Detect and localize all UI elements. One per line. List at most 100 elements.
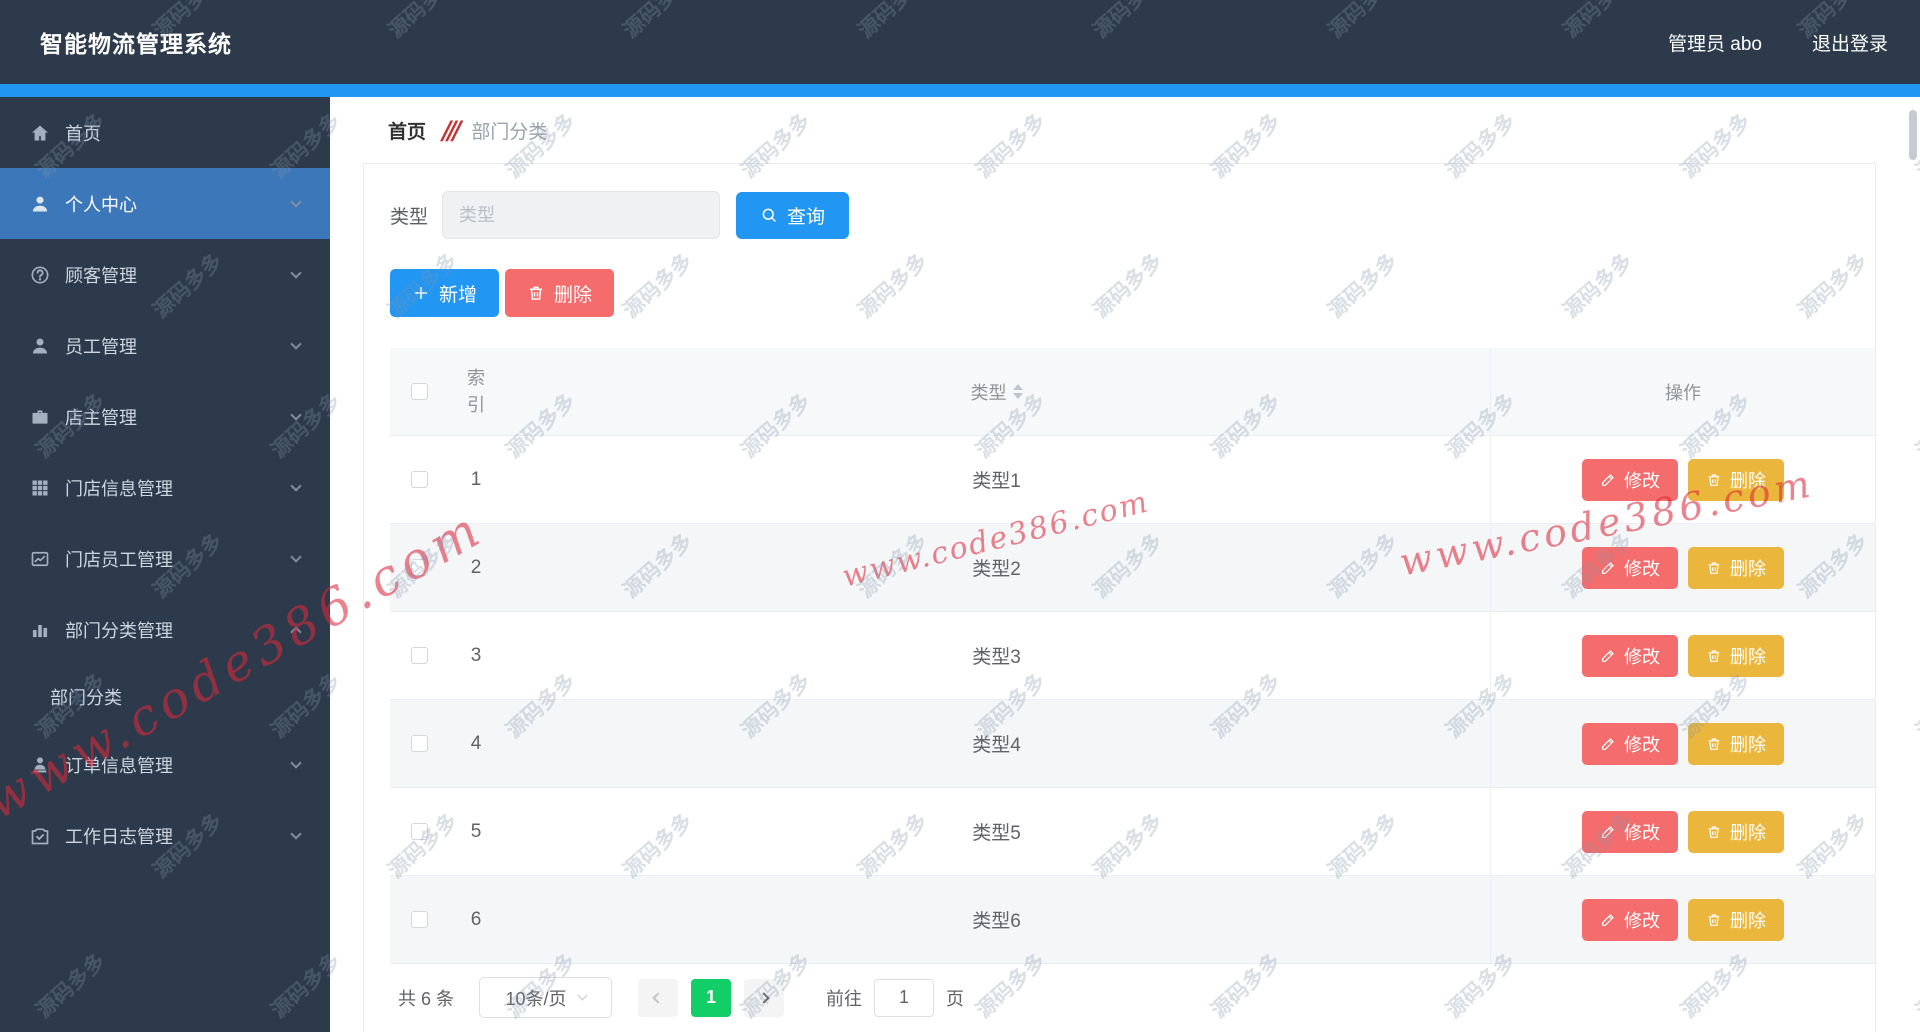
row-type: 类型5 <box>972 823 1021 844</box>
sidebar-item-profile-center[interactable]: 个人中心 <box>0 168 330 239</box>
add-button[interactable]: 新增 <box>390 269 500 317</box>
row-delete-button[interactable]: 删除 <box>1688 722 1784 765</box>
top-header: 智能物流管理系统 管理员 abo 退出登录 <box>0 0 1920 84</box>
column-header-actions: 操作 <box>1490 348 1875 435</box>
row-delete-button-label: 删除 <box>1730 910 1766 931</box>
pencil-icon <box>1602 825 1614 838</box>
page-number-button[interactable]: 1 <box>691 978 732 1017</box>
prev-page-button[interactable] <box>638 978 679 1017</box>
row-delete-button[interactable]: 删除 <box>1688 634 1784 677</box>
trash-icon <box>530 286 543 300</box>
header-accent-divider <box>0 84 1920 97</box>
row-index: 1 <box>470 468 482 490</box>
sidebar-item-label: 顾客管理 <box>65 265 137 286</box>
row-type: 类型4 <box>972 735 1021 756</box>
row-actions: 修改 删除 <box>1490 788 1875 875</box>
sidebar-item-customer-mgmt[interactable]: 顾客管理 <box>0 239 330 310</box>
row-actions: 修改 删除 <box>1490 700 1875 787</box>
breadcrumb-current: 部门分类 <box>471 121 548 143</box>
row-checkbox[interactable] <box>411 823 428 840</box>
row-delete-button[interactable]: 删除 <box>1688 898 1784 941</box>
toolbar: 新增 删除 <box>390 269 1875 317</box>
row-checkbox[interactable] <box>411 559 428 576</box>
goto-page-input[interactable] <box>874 978 935 1017</box>
edit-button[interactable]: 修改 <box>1582 546 1678 589</box>
search-icon <box>762 208 776 222</box>
row-delete-button[interactable]: 删除 <box>1688 546 1784 589</box>
batch-delete-button[interactable]: 删除 <box>505 269 615 317</box>
page-size-select[interactable]: 10条/页 <box>479 977 613 1018</box>
sort-icon[interactable] <box>1012 384 1023 399</box>
header-right: 管理员 abo 退出登录 <box>1668 29 1888 56</box>
row-index: 4 <box>470 732 482 754</box>
sidebar-item-store-info-mgmt[interactable]: 门店信息管理 <box>0 452 330 523</box>
row-checkbox[interactable] <box>411 911 428 928</box>
add-button-label: 新增 <box>439 284 478 306</box>
sidebar-item-label: 个人中心 <box>65 194 137 215</box>
table-row: 5 类型5 修改 删除 <box>390 788 1875 876</box>
app-window: 智能物流管理系统 管理员 abo 退出登录 首页 个人中心 顾客管理 员工管理 … <box>0 0 1920 1032</box>
chevron-up-icon <box>290 625 302 638</box>
goto-label: 前往 <box>826 988 863 1009</box>
pencil-icon <box>1602 913 1614 926</box>
row-index: 2 <box>470 556 482 578</box>
query-button[interactable]: 查询 <box>736 191 850 239</box>
sidebar-item-label: 门店员工管理 <box>65 549 173 570</box>
sidebar-item-store-employee-mgmt[interactable]: 门店员工管理 <box>0 523 330 594</box>
row-delete-button-label: 删除 <box>1730 558 1766 579</box>
chevron-down-icon <box>290 827 302 840</box>
question-icon <box>30 265 50 285</box>
row-delete-button[interactable]: 删除 <box>1688 810 1784 853</box>
row-index: 5 <box>470 820 482 842</box>
sidebar-item-home[interactable]: 首页 <box>0 97 330 168</box>
breadcrumb-separator-icon: /// <box>442 115 462 145</box>
row-index: 6 <box>470 908 482 930</box>
sidebar-item-employee-mgmt[interactable]: 员工管理 <box>0 310 330 381</box>
chevron-down-icon <box>290 756 302 769</box>
table-header: 索引 类型 操作 <box>390 348 1875 436</box>
row-type: 类型3 <box>972 647 1021 668</box>
pencil-icon <box>1602 737 1614 750</box>
next-page-button[interactable] <box>744 978 785 1017</box>
search-input[interactable] <box>442 191 721 239</box>
chevron-down-icon <box>290 408 302 421</box>
edit-button[interactable]: 修改 <box>1582 810 1678 853</box>
trash-icon <box>1708 913 1720 926</box>
page-title: 智能物流管理系统 <box>40 31 232 57</box>
edit-button-label: 修改 <box>1624 646 1660 667</box>
row-delete-button[interactable]: 删除 <box>1688 458 1784 501</box>
admin-label[interactable]: 管理员 abo <box>1668 29 1762 56</box>
table-row: 1 类型1 修改 删除 <box>390 436 1875 524</box>
chevron-down-icon <box>290 550 302 563</box>
sidebar-item-worklog-mgmt[interactable]: 工作日志管理 <box>0 800 330 871</box>
row-delete-button-label: 删除 <box>1730 646 1766 667</box>
edit-button[interactable]: 修改 <box>1582 634 1678 677</box>
row-checkbox[interactable] <box>411 735 428 752</box>
breadcrumb-home[interactable]: 首页 <box>388 117 426 144</box>
row-checkbox[interactable] <box>411 471 428 488</box>
edit-button-label: 修改 <box>1624 470 1660 491</box>
trash-icon <box>1708 473 1720 486</box>
sidebar-item-label: 订单信息管理 <box>65 755 173 776</box>
sidebar-item-shopowner-mgmt[interactable]: 店主管理 <box>0 381 330 452</box>
sidebar-item-dept-category[interactable]: 部门分类 <box>0 665 330 729</box>
select-all-checkbox[interactable] <box>411 383 428 400</box>
total-count: 共 6 条 <box>398 988 455 1009</box>
home-icon <box>30 123 50 143</box>
user-badge-icon <box>30 755 50 775</box>
edit-button[interactable]: 修改 <box>1582 458 1678 501</box>
row-checkbox[interactable] <box>411 647 428 664</box>
logout-button[interactable]: 退出登录 <box>1812 29 1888 56</box>
row-index: 3 <box>470 644 482 666</box>
scrollbar[interactable] <box>1909 110 1917 160</box>
table-body: 1 类型1 修改 删除 2 类型2 修改 删除 3 类型3 修改 删除 4 类型… <box>390 436 1875 964</box>
column-header-type[interactable]: 类型 <box>503 348 1490 435</box>
search-label: 类型 <box>390 206 429 228</box>
edit-button[interactable]: 修改 <box>1582 898 1678 941</box>
chevron-down-icon <box>290 195 302 208</box>
sidebar-item-dept-category-mgmt[interactable]: 部门分类管理 <box>0 594 330 665</box>
sidebar-item-order-info-mgmt[interactable]: 订单信息管理 <box>0 729 330 800</box>
sidebar-item-label: 部门分类管理 <box>65 620 173 641</box>
edit-button[interactable]: 修改 <box>1582 722 1678 765</box>
trend-icon <box>30 549 50 569</box>
